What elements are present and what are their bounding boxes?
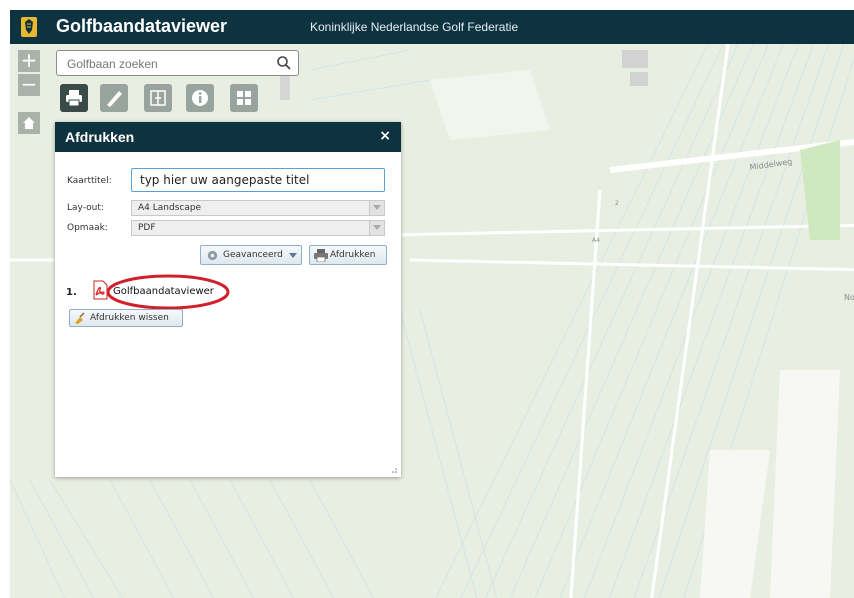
layers-tool-button[interactable] [230, 84, 258, 112]
chevron-down-icon [369, 221, 384, 235]
chevron-down-icon [289, 253, 297, 258]
format-select[interactable]: PDF [131, 220, 385, 236]
format-label: Opmaak: [67, 223, 108, 233]
print-tool-button[interactable] [60, 84, 88, 112]
app-title: Golfbaandataviewer [56, 16, 228, 36]
printer-icon [66, 90, 82, 107]
split-screen-icon [150, 90, 166, 106]
pdf-icon [93, 280, 108, 300]
ruler-icon [107, 91, 122, 107]
gear-icon [207, 250, 218, 261]
layout-select-value: A4 Landscape [138, 203, 202, 213]
zoom-out-button[interactable]: − [18, 74, 40, 96]
clear-prints-label: Afdrukken wissen [90, 313, 169, 323]
app-subtitle: Koninklijke Nederlandse Golf Federatie [310, 20, 519, 34]
close-button[interactable]: × [379, 128, 391, 144]
measure-tool-button[interactable] [100, 84, 128, 112]
header-bar: Golfbaandataviewer Koninklijke Nederland… [10, 10, 854, 44]
map-title-label: Kaarttitel: [67, 176, 112, 186]
search-icon[interactable] [276, 55, 292, 71]
format-select-value: PDF [138, 223, 156, 233]
home-button[interactable] [18, 112, 40, 134]
printer-icon [314, 249, 328, 262]
coat-of-arms-logo [21, 17, 37, 37]
map-road-label-no: No [844, 293, 854, 302]
panel-header: Afdrukken × [55, 122, 401, 152]
advanced-button[interactable]: Geavanceerd [200, 245, 302, 265]
print-button-label: Afdrukken [330, 250, 376, 260]
search-box [56, 50, 299, 76]
compare-tool-button[interactable] [144, 84, 172, 112]
resize-grip-icon[interactable] [390, 466, 398, 474]
print-result-link[interactable]: Golfbaandataviewer [113, 286, 214, 297]
result-number: 1. [66, 287, 77, 298]
search-input[interactable] [65, 55, 269, 73]
grid-icon [237, 91, 251, 105]
layout-select[interactable]: A4 Landscape [131, 200, 385, 216]
map-marker-label: A4 [592, 237, 600, 244]
clear-prints-button[interactable]: Afdrukken wissen [69, 309, 183, 327]
advanced-button-label: Geavanceerd [223, 250, 283, 260]
info-tool-button[interactable] [186, 84, 214, 112]
home-icon [23, 117, 35, 129]
zoom-in-button[interactable]: + [18, 50, 40, 72]
info-icon [192, 90, 208, 106]
print-panel: Afdrukken × Kaarttitel: Lay-out: A4 Land… [55, 122, 401, 477]
broom-icon [75, 312, 85, 324]
app-window: Middelweg No 2 A4 Golfbaandataviewer Kon… [10, 10, 854, 598]
map-marker-label: 2 [615, 200, 619, 207]
map-title-input[interactable] [131, 168, 385, 192]
chevron-down-icon [369, 201, 384, 215]
layout-label: Lay-out: [67, 203, 104, 213]
print-button[interactable]: Afdrukken [309, 245, 387, 265]
panel-title: Afdrukken [65, 129, 135, 145]
